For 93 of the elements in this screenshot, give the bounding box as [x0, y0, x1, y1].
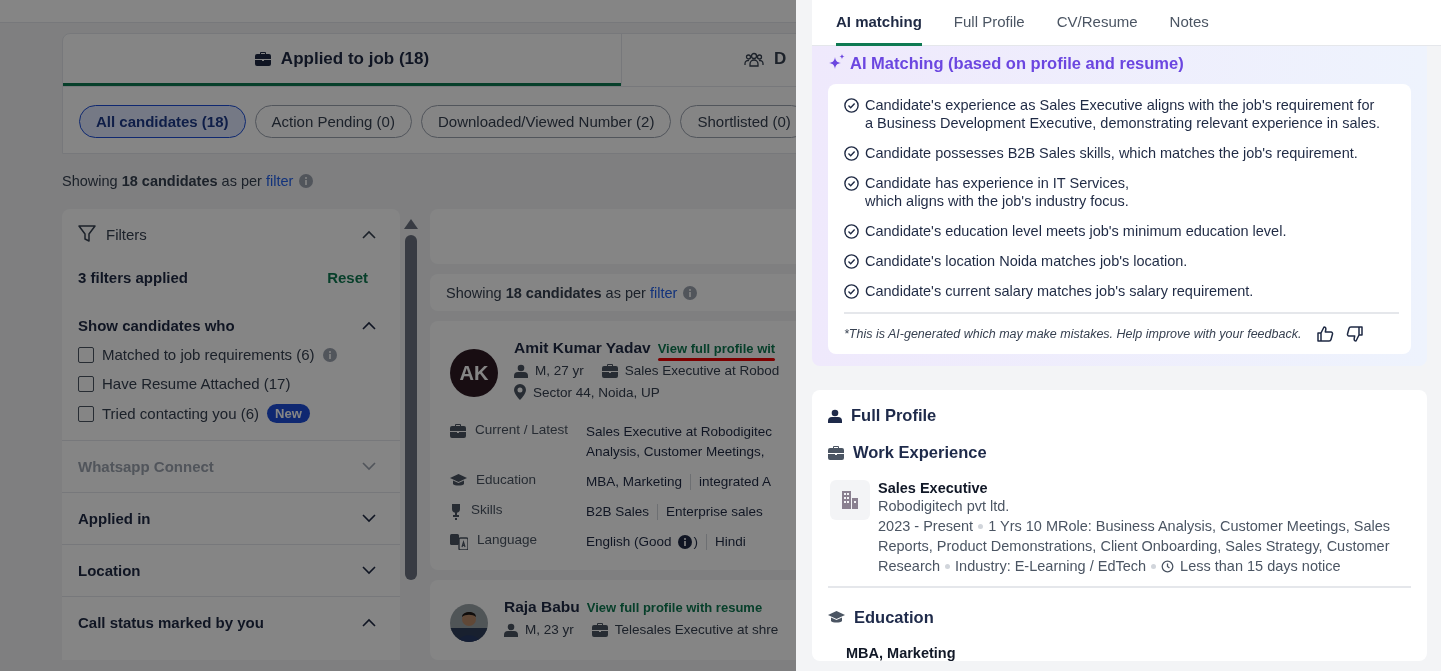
person-icon — [514, 363, 528, 378]
checkbox[interactable] — [78, 405, 94, 422]
section-title[interactable]: Show candidates who — [78, 317, 235, 334]
match-point: Candidate has experience in IT Services, which aligns with the job's industry focus. — [865, 174, 1130, 210]
current-role: Sales Executive at Robod — [624, 363, 780, 378]
result-count-text: Showing 18 candidates as per filter — [62, 173, 294, 189]
briefcase-icon — [254, 51, 271, 66]
graduation-cap-icon — [450, 474, 467, 487]
filter-chip[interactable]: All candidates (18) — [79, 105, 246, 138]
detail-value: MBA, Marketing — [586, 473, 683, 491]
filter-link[interactable]: filter — [649, 284, 678, 301]
info-icon — [677, 535, 692, 549]
graduation-cap-icon — [828, 611, 845, 624]
filter-link[interactable]: filter — [265, 173, 294, 189]
thumbs-down-icon[interactable] — [1346, 326, 1364, 342]
candidate-name: Amit Kumar Yadav — [514, 339, 651, 357]
building-icon — [840, 490, 860, 510]
info-icon — [683, 285, 698, 300]
filter-chip[interactable]: Action Pending (0) — [254, 105, 412, 138]
check-circle-icon — [844, 284, 859, 299]
location-pin-icon — [514, 384, 526, 400]
detail-label: Education — [476, 472, 537, 487]
trophy-icon — [450, 504, 462, 520]
current-role: Telesales Executive at shre — [614, 622, 779, 637]
panel-title: Filters — [106, 225, 148, 243]
translate-icon — [450, 534, 468, 550]
check-circle-icon — [844, 224, 859, 239]
detail-value: ) — [693, 533, 699, 551]
check-circle-icon — [844, 176, 859, 191]
tab[interactable]: Applied to job (18) — [63, 34, 621, 86]
job-details: 2023 - Present 1 Yrs 10 MRole: Business Analysis, Customer Meetings, Sales Reports, Product Demonstrations, Client Onboarding, Sales Strategy, Customer Research Industry: E-Learning / EdTech Less than 15 days notice — [878, 517, 1391, 576]
detail-label: Language — [477, 532, 538, 547]
briefcase-icon — [591, 622, 608, 637]
result-count-text: Showing 18 candidates as per filter — [446, 284, 678, 301]
check-circle-icon — [844, 254, 859, 269]
profile-link[interactable]: View full profile with resume — [586, 600, 763, 615]
tab[interactable]: Full Profile — [953, 0, 1025, 46]
match-point: Candidate possesses B2B Sales skills, which matches the job's requirement. — [865, 144, 1358, 162]
people-icon — [744, 50, 764, 67]
section-title: Full Profile — [851, 406, 937, 425]
filter-icon — [78, 225, 96, 243]
match-point: Candidate's location Noida matches job's location. — [865, 252, 1188, 270]
tab[interactable]: Notes — [1169, 0, 1209, 46]
detail-label: Current / Latest — [475, 422, 569, 437]
filter-count: 3 filters applied — [78, 269, 189, 286]
briefcase-icon — [601, 363, 618, 378]
location-text: Sector 44, Noida, UP — [533, 384, 660, 400]
new-badge: New — [267, 404, 310, 423]
section-title: AI Matching (based on profile and resume) — [850, 53, 1184, 73]
checkbox-label: Matched to job requirements (6) — [102, 346, 315, 363]
filter-chip[interactable]: Shortlisted (0) — [680, 105, 796, 138]
info-icon — [299, 174, 314, 188]
detail-value: integrated A — [699, 473, 772, 491]
degree-name: MBA, Marketing — [845, 645, 957, 661]
checkbox[interactable] — [78, 346, 94, 363]
filter-chip[interactable]: Downloaded/Viewed Number (2) — [420, 105, 672, 138]
detail-value: English (Good — [586, 533, 672, 551]
match-point: Candidate's current salary matches job's salary requirement. — [865, 282, 1254, 300]
profile-link[interactable]: View full profile wit — [657, 341, 776, 356]
detail-value: Analysis, Customer Meetings, — [586, 443, 766, 461]
timer-icon — [1161, 560, 1175, 573]
detail-label: Skills — [471, 502, 503, 517]
section-title: Education — [854, 608, 934, 627]
checkbox-label: Tried contacting you (6) — [102, 405, 260, 422]
briefcase-icon — [828, 445, 844, 460]
avatar: AK — [450, 349, 498, 397]
job-role: Sales Executive — [878, 480, 989, 496]
check-circle-icon — [844, 146, 859, 161]
gender-age: M, 23 yr — [525, 622, 574, 637]
match-point: Candidate's education level meets job's minimum education level. — [865, 222, 1287, 240]
check-circle-icon — [844, 98, 859, 113]
detail-value: Sales Executive at Robodigitec — [586, 423, 774, 441]
section-title[interactable]: Applied in — [78, 510, 151, 527]
section-title[interactable]: Call status marked by you — [78, 614, 264, 631]
gender-age: M, 27 yr — [535, 363, 584, 378]
person-icon — [828, 408, 842, 423]
disclaimer-text: *This is AI-generated which may make mistakes. Help improve with your feedback. — [844, 327, 1302, 341]
section-title[interactable]: Location — [78, 562, 141, 579]
detail-value: B2B Sales — [586, 503, 650, 521]
detail-value: Enterprise sales — [666, 503, 763, 521]
briefcase-icon — [450, 424, 466, 438]
company-name: Robodigitech pvt ltd. — [878, 497, 1011, 516]
tab[interactable]: CV/Resume — [1056, 0, 1138, 46]
section-title: Work Experience — [853, 443, 987, 462]
person-icon — [504, 622, 518, 637]
thumbs-up-icon[interactable] — [1317, 326, 1335, 342]
collapse-button[interactable] — [362, 229, 376, 239]
checkbox-label: Have Resume Attached (17) — [102, 375, 291, 392]
checkbox[interactable] — [78, 375, 94, 392]
detail-value: Hindi — [715, 533, 746, 551]
candidate-name: Raja Babu — [504, 598, 580, 616]
match-point: Candidate's experience as Sales Executive aligns with the job's requirement for a Business Development Executive, demonstrating relevant experience in sales. — [865, 96, 1381, 132]
reset-button[interactable]: Reset — [327, 269, 368, 286]
